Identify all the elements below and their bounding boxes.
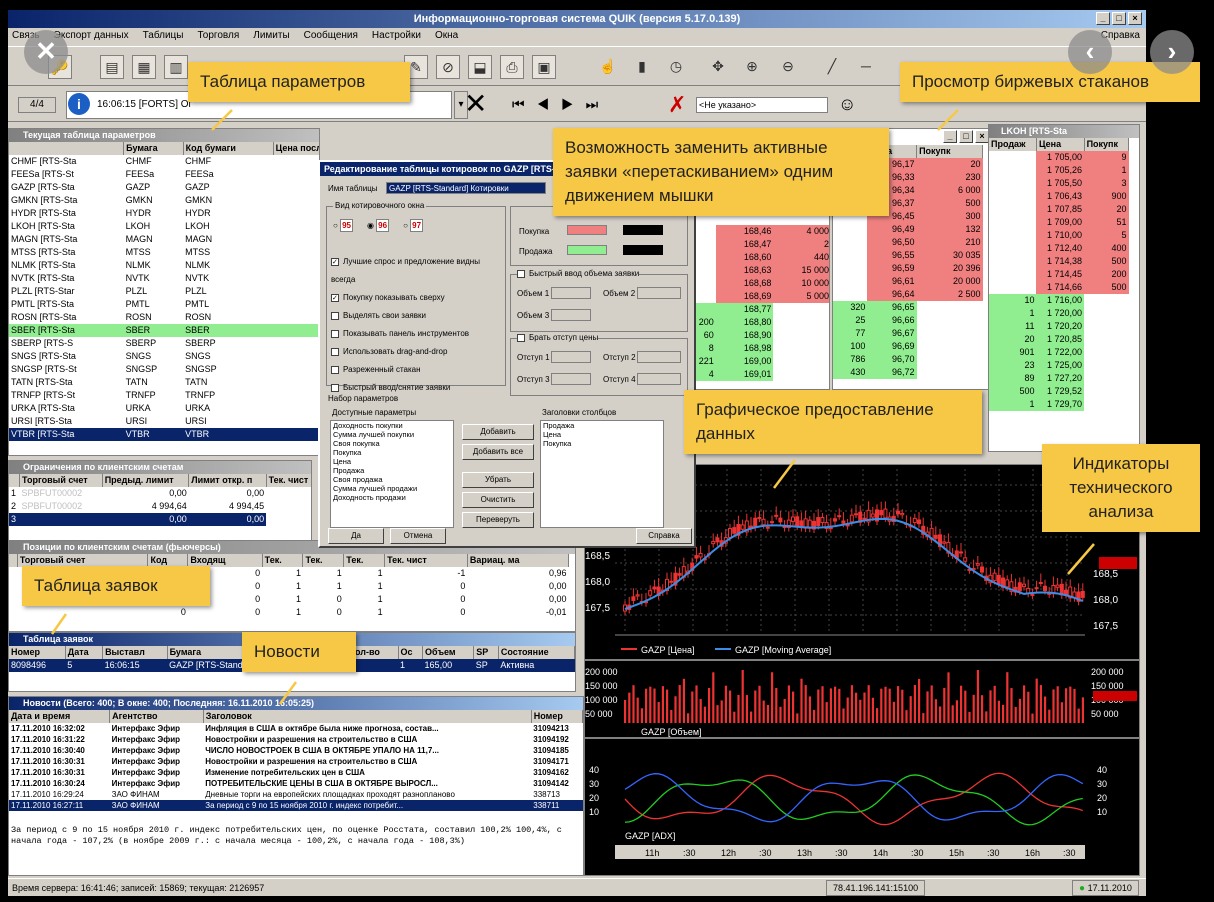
arrow-news [278,681,298,705]
close-viewer-button[interactable]: ✕ [24,30,68,74]
arrow-indicators [1067,543,1095,575]
arrow-params [211,109,233,131]
prev-image-button[interactable]: ‹ [1068,30,1112,74]
next-image-button[interactable]: › [1150,30,1194,74]
arrow-orders [50,613,68,635]
arrow-books [937,109,959,131]
arrow-graph [773,459,796,489]
callout-arrows [50,109,1095,705]
